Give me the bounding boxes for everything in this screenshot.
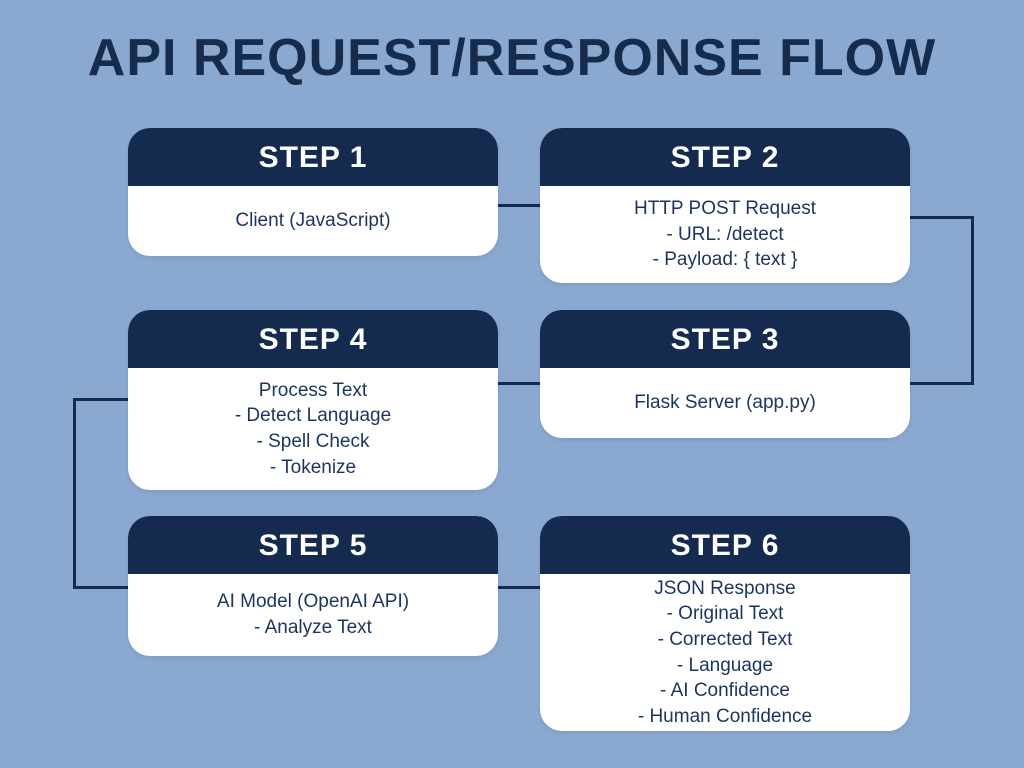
connector-5: [73, 398, 128, 401]
step-body: Flask Server (app.py): [540, 368, 910, 438]
step-label: STEP 5: [128, 516, 498, 574]
step-label: STEP 2: [540, 128, 910, 186]
step-line: - Language: [677, 653, 773, 679]
step-body: AI Model (OpenAI API)- Analyze Text: [128, 574, 498, 656]
diagram-title: API REQUEST/RESPONSE FLOW: [0, 0, 1024, 98]
step-body: Client (JavaScript): [128, 186, 498, 256]
step-body: Process Text- Detect Language- Spell Che…: [128, 368, 498, 490]
connector-8: [498, 586, 540, 589]
step-label: STEP 6: [540, 516, 910, 574]
step-line: - Corrected Text: [658, 627, 793, 653]
step-line: - Original Text: [667, 601, 784, 627]
connector-0: [498, 204, 540, 207]
step-line: JSON Response: [654, 576, 796, 602]
step-line: - AI Confidence: [660, 678, 790, 704]
step-label: STEP 3: [540, 310, 910, 368]
step-line: - Analyze Text: [254, 615, 372, 641]
step-label: STEP 1: [128, 128, 498, 186]
step-line: HTTP POST Request: [634, 196, 816, 222]
step-line: Client (JavaScript): [235, 208, 390, 234]
connector-1: [910, 216, 974, 219]
step-line: - Tokenize: [270, 455, 356, 481]
step-line: Flask Server (app.py): [634, 390, 816, 416]
step-label: STEP 4: [128, 310, 498, 368]
step-card-3: STEP 4Process Text- Detect Language- Spe…: [128, 310, 498, 490]
connector-4: [498, 382, 540, 385]
step-line: - URL: /detect: [666, 222, 783, 248]
step-line: AI Model (OpenAI API): [217, 589, 409, 615]
connector-6: [73, 398, 76, 586]
step-card-6: STEP 6JSON Response- Original Text- Corr…: [540, 516, 910, 731]
connector-3: [910, 382, 974, 385]
step-body: JSON Response- Original Text- Corrected …: [540, 574, 910, 731]
connector-2: [971, 216, 974, 382]
step-line: Process Text: [259, 378, 367, 404]
step-card-5: STEP 5AI Model (OpenAI API)- Analyze Tex…: [128, 516, 498, 656]
step-line: - Payload: { text }: [653, 247, 798, 273]
step-line: - Human Confidence: [638, 704, 812, 730]
step-card-2: STEP 2HTTP POST Request- URL: /detect- P…: [540, 128, 910, 283]
step-card-4: STEP 3 Flask Server (app.py): [540, 310, 910, 438]
step-line: - Spell Check: [257, 429, 370, 455]
step-card-1: STEP 1 Client (JavaScript): [128, 128, 498, 256]
step-body: HTTP POST Request- URL: /detect- Payload…: [540, 186, 910, 283]
diagram-canvas: STEP 1Client (JavaScript)STEP 2HTTP POST…: [0, 98, 1024, 758]
connector-7: [73, 586, 128, 589]
step-line: - Detect Language: [235, 403, 391, 429]
